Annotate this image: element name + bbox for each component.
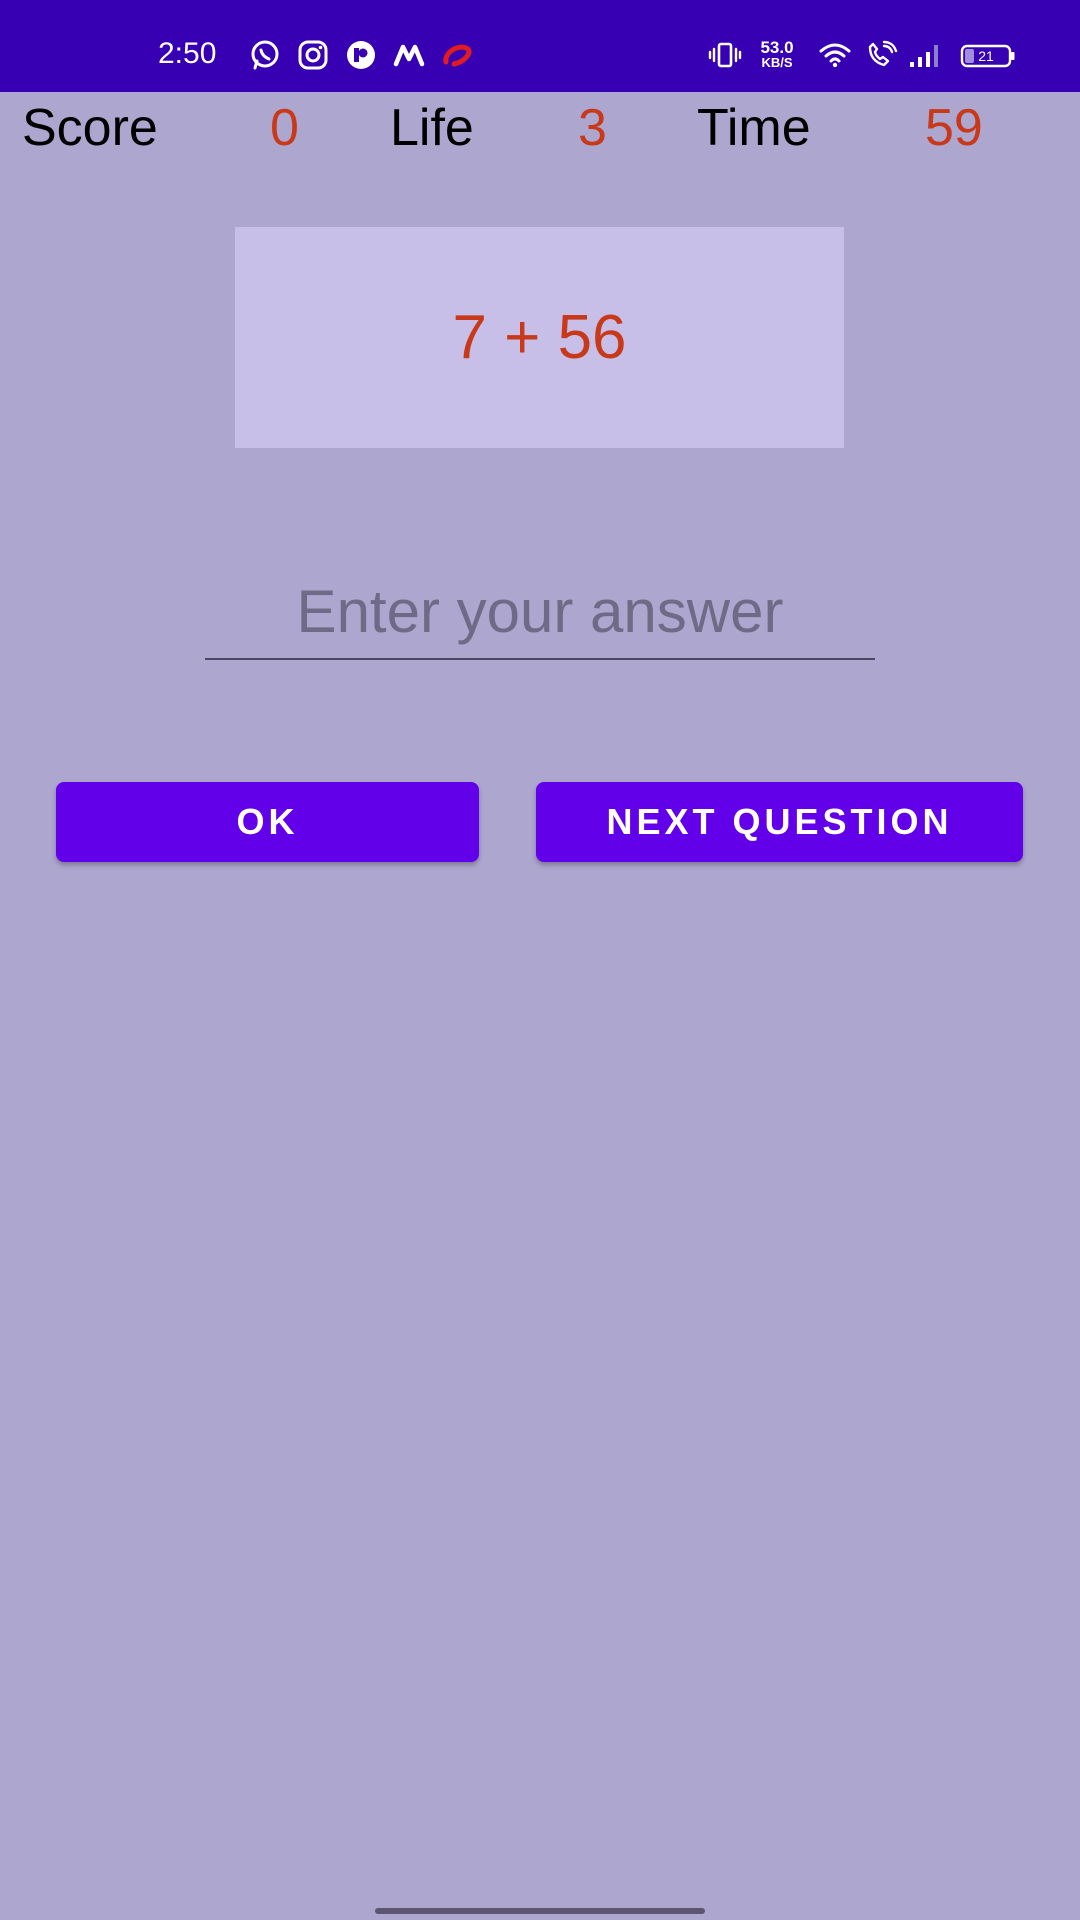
network-speed-unit: KB/S xyxy=(761,55,793,70)
answer-input[interactable] xyxy=(205,565,875,660)
question-box: 7 + 56 xyxy=(235,227,844,448)
score-label: Score xyxy=(22,99,158,157)
time-label: Time xyxy=(697,99,811,157)
vibrate-icon xyxy=(708,42,742,68)
status-time: 2:50 xyxy=(158,37,217,70)
battery-level: 21 xyxy=(978,48,994,64)
circle-app-icon xyxy=(347,41,375,69)
signal-icon xyxy=(910,45,938,67)
life-value: 3 xyxy=(578,99,607,157)
battery-icon: 21 xyxy=(960,44,1015,68)
time-value: 59 xyxy=(925,99,983,157)
instagram-icon xyxy=(298,40,328,70)
network-speed: 53.0 KB/S xyxy=(752,38,802,70)
score-value: 0 xyxy=(270,99,299,157)
gesture-bar[interactable] xyxy=(375,1908,705,1914)
ok-button[interactable]: OK xyxy=(56,782,479,862)
whatsapp-icon xyxy=(251,40,279,70)
network-speed-value: 53.0 xyxy=(760,38,794,57)
status-bar: 2:50 53.0 KB/S 21 xyxy=(0,0,1080,92)
next-question-button[interactable]: NEXT QUESTION xyxy=(536,782,1023,862)
life-label: Life xyxy=(390,99,474,157)
wifi-icon xyxy=(819,43,851,68)
m-app-icon xyxy=(393,44,425,67)
question-text: 7 + 56 xyxy=(452,302,627,372)
airtel-icon xyxy=(443,44,472,67)
wifi-call-icon xyxy=(868,40,898,67)
